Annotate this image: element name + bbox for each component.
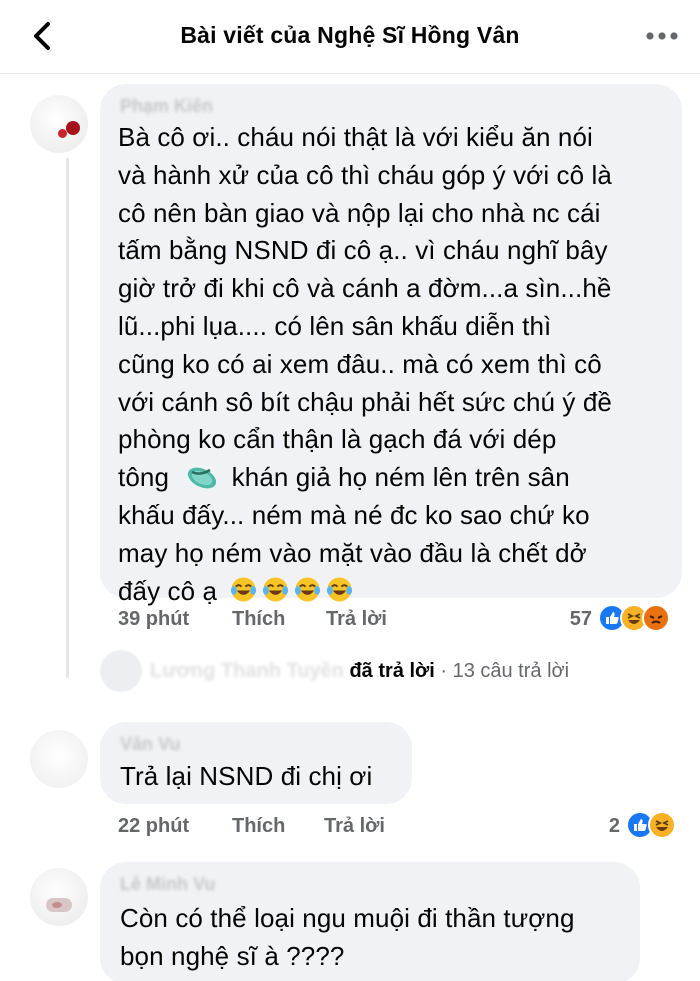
comment-author[interactable]: Lê Minh Vu [120,874,215,895]
reply-button[interactable]: Trả lời [326,608,387,631]
reaction-count[interactable]: 57 [540,608,592,631]
reply-count: · 13 câu trả lời [440,660,570,682]
comment-line: với cánh sô bít chậu phải hết sức chú ý … [118,386,612,417]
comment-text: Trả lại NSND đi chị ơi [120,758,372,796]
reply-avatar[interactable] [100,650,142,692]
comment-line: cũng ko có ai xem đâu.. mà có xem thì cô [118,348,602,379]
reply-button[interactable]: Trả lời [324,815,385,838]
reply-author: Lương Thanh Tuyền [150,660,344,682]
comment-line: tông khán giả họ ném lên trên sân [118,459,612,497]
comment-line: cô nên bàn giao và nộp lại cho nhà nc cá… [118,197,601,228]
comment-line-part: đấy cô ạ [118,575,218,606]
reaction-icons[interactable] [598,604,670,634]
comment-author[interactable]: Phạm Kiên [120,96,213,117]
angry-icon [642,604,670,632]
view-replies-link[interactable]: Lương Thanh Tuyền đã trả lời · 13 câu tr… [150,660,569,683]
comment-time[interactable]: 39 phút [118,608,189,631]
comment-line: may họ ném vào mặt vào đầu là chết dở [118,537,587,568]
comment-line: tấm bằng NSND đi cô ạ.. vì cháu nghĩ bây [118,235,608,266]
comment-line: Trả lại NSND đi chị ơi [120,761,373,791]
comment-line: khấu đấy... ném mà né đc ko sao chứ ko [118,499,590,530]
comment-line: phòng ko cẩn thận là gạch đá với dép [118,424,557,455]
post-header: Bài viết của Nghệ Sĩ Hồng Vân [0,0,700,74]
more-dots-icon [646,32,678,40]
tears-of-joy-emoji-icon [295,577,321,602]
reaction-count[interactable]: 2 [580,815,620,838]
reply-summary-text: đã trả lời [349,660,435,682]
avatar[interactable] [30,95,88,153]
reaction-icons[interactable] [626,811,676,841]
tears-of-joy-emoji-icon [327,577,353,602]
like-button[interactable]: Thích [232,608,285,631]
comment-line: lũ...phi lụa.... có lên sân khấu diễn th… [118,310,552,341]
comment-line-part: khán giả họ ném lên trên sân [231,462,570,493]
tears-of-joy-emoji-icon [263,577,289,602]
comment-line: Còn có thể loại ngu muội đi thần tượng [120,903,575,933]
comment-bubble[interactable]: Văn Vu Trả lại NSND đi chị ơi [100,722,412,804]
more-options-button[interactable] [642,22,682,50]
comment-bubble[interactable]: Lê Minh Vu Còn có thể loại ngu muội đi t… [100,862,640,981]
comment-line: bọn nghệ sĩ à ???? [120,940,345,971]
comment-text: Còn có thể loại ngu muội đi thần tượng b… [120,900,575,976]
comment-line: đấy cô ạ [118,573,612,611]
comment-author[interactable]: Văn Vu [120,734,180,755]
comment-line-part: tông [118,462,170,493]
like-button[interactable]: Thích [232,815,285,838]
comment-time[interactable]: 22 phút [118,815,189,838]
flip-flop-emoji-icon [188,467,217,489]
haha-icon [648,811,676,839]
page-title: Bài viết của Nghệ Sĩ Hồng Vân [180,22,520,48]
comment-line: và hành xử của cô thì cháu góp ý với cô … [118,159,612,190]
comment-line: Bà cô ơi.. cháu nói thật là với kiểu ăn … [118,122,593,152]
tears-of-joy-emoji-icon [231,577,257,602]
thread-line [66,158,69,678]
avatar[interactable] [30,730,88,788]
comment-text: Bà cô ơi.. cháu nói thật là với kiểu ăn … [118,119,612,610]
avatar[interactable] [30,868,88,926]
comment-line: giờ trở đi khi cô và cánh a đờm...a sìn.… [118,273,612,304]
comment-bubble[interactable]: Phạm Kiên Bà cô ơi.. cháu nói thật là vớ… [100,84,682,606]
